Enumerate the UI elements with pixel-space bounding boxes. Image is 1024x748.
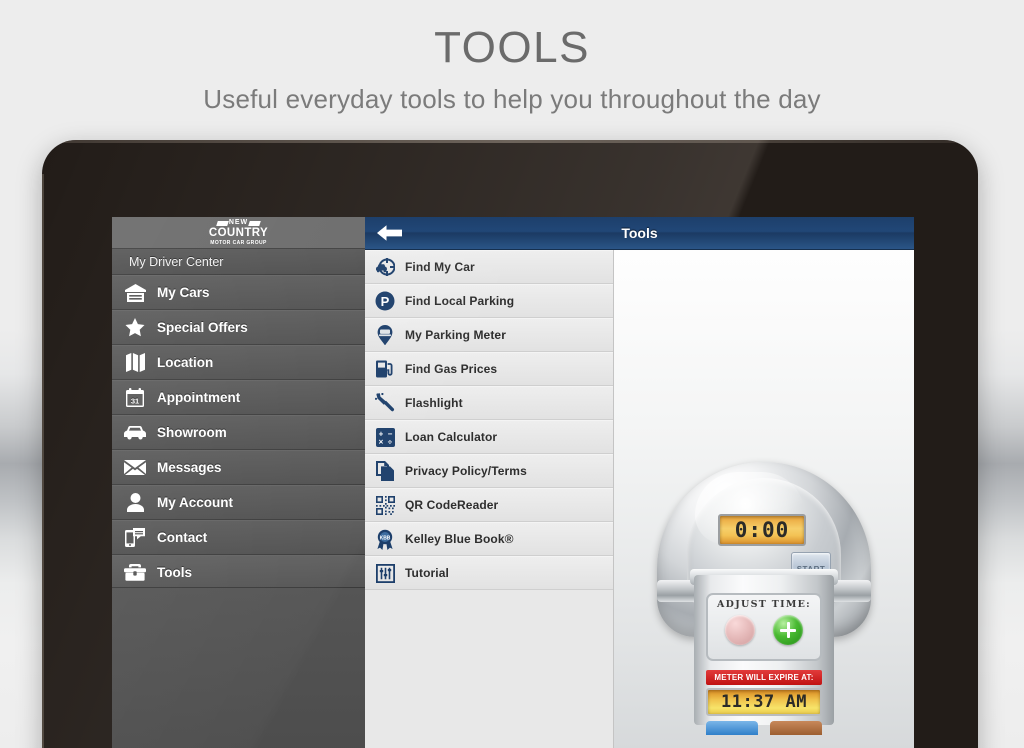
parking-p-icon: P: [372, 289, 398, 313]
tool-item-find-my-car[interactable]: Find My Car: [365, 250, 613, 284]
sidebar-item-label: Appointment: [157, 390, 241, 405]
tool-detail-panel: 0:00 START ADJUST TIME: METER WILL EXPIR…: [614, 217, 914, 748]
logo-line-country: COUNTRY: [208, 227, 269, 239]
sidebar-item-my-account[interactable]: My Account: [112, 485, 365, 520]
page-header: TOOLS Useful everyday tools to help you …: [0, 0, 1024, 115]
sidebar: NEW COUNTRY MOTOR CAR GROUP My Driver Ce…: [112, 217, 365, 748]
kbb-ribbon-icon: KBB: [372, 527, 398, 551]
sidebar-item-label: My Account: [157, 495, 234, 510]
meter-expire-display: 11:37 AM: [706, 688, 822, 716]
qr-code-icon: [372, 493, 398, 517]
bezel-left-highlight: [42, 174, 44, 748]
tools-list-empty-area: [365, 590, 613, 748]
sidebar-item-my-cars[interactable]: My Cars: [112, 275, 365, 310]
calculator-icon: + − × ÷: [372, 425, 398, 449]
sidebar-item-contact[interactable]: Contact: [112, 520, 365, 555]
sidebar-item-label: Contact: [157, 530, 208, 545]
app-navbar: Tools: [365, 217, 914, 250]
tool-item-label: Privacy Policy/Terms: [405, 464, 527, 478]
documents-icon: [372, 459, 398, 483]
svg-text:31: 31: [131, 397, 139, 406]
tool-item-kelley-blue-book[interactable]: KBB Kelley Blue Book®: [365, 522, 613, 556]
tool-item-label: Loan Calculator: [405, 430, 498, 444]
tool-item-label: Find My Car: [405, 260, 475, 274]
envelope-icon: [120, 457, 150, 479]
meter-adjust-panel: ADJUST TIME:: [706, 593, 822, 661]
tool-item-label: Find Gas Prices: [405, 362, 498, 376]
meter-adjust-buttons: [708, 610, 820, 645]
meter-bottom-orange-button[interactable]: [770, 721, 822, 735]
flashlight-icon: [372, 391, 398, 415]
tool-item-qr-code-reader[interactable]: QR CodeReader: [365, 488, 613, 522]
car-icon: [120, 422, 150, 444]
parking-meter-icon: [372, 323, 398, 347]
tool-item-label: Tutorial: [405, 566, 449, 580]
svg-text:÷: ÷: [387, 437, 392, 446]
tablet-screen: NEW COUNTRY MOTOR CAR GROUP My Driver Ce…: [112, 217, 914, 748]
tool-item-label: Kelley Blue Book®: [405, 532, 514, 546]
tool-item-privacy-policy-terms[interactable]: Privacy Policy/Terms: [365, 454, 613, 488]
meter-minus-button[interactable]: [725, 615, 755, 645]
brand-logo-bar: NEW COUNTRY MOTOR CAR GROUP: [112, 217, 365, 249]
calendar-icon: 31: [120, 387, 150, 409]
sliders-icon: [372, 561, 398, 585]
new-country-logo: NEW COUNTRY MOTOR CAR GROUP: [202, 219, 276, 246]
meter-expire-banner: METER WILL EXPIRE AT:: [706, 670, 822, 685]
svg-text:×: ×: [378, 437, 383, 446]
logo-line-group: MOTOR CAR GROUP: [210, 240, 267, 246]
tool-item-label: My Parking Meter: [405, 328, 506, 342]
tool-item-find-local-parking[interactable]: P Find Local Parking: [365, 284, 613, 318]
sidebar-item-showroom[interactable]: Showroom: [112, 415, 365, 450]
tool-item-label: Find Local Parking: [405, 294, 515, 308]
toolbox-icon: [120, 562, 150, 584]
sidebar-item-special-offers[interactable]: Special Offers: [112, 310, 365, 345]
sidebar-item-label: Tools: [157, 565, 192, 580]
meter-time-value: 0:00: [734, 518, 790, 542]
meter-adjust-label: ADJUST TIME:: [716, 599, 811, 610]
tool-item-my-parking-meter[interactable]: My Parking Meter: [365, 318, 613, 352]
page-subtitle: Useful everyday tools to help you throug…: [203, 84, 821, 114]
contact-icon: [120, 527, 150, 549]
logo-line-new: NEW: [217, 219, 260, 227]
navbar-title: Tools: [621, 225, 658, 241]
star-icon: [120, 317, 150, 339]
tool-item-flashlight[interactable]: Flashlight: [365, 386, 613, 420]
sidebar-item-messages[interactable]: Messages: [112, 450, 365, 485]
svg-text:P: P: [381, 294, 390, 309]
meter-plus-button[interactable]: [773, 615, 803, 645]
tool-item-label: Flashlight: [405, 396, 463, 410]
sidebar-item-appointment[interactable]: 31 Appointment: [112, 380, 365, 415]
person-icon: [120, 492, 150, 514]
tool-item-loan-calculator[interactable]: + − × ÷ Loan Calculator: [365, 420, 613, 454]
sidebar-section-header: My Driver Center: [112, 249, 365, 275]
tool-item-tutorial[interactable]: Tutorial: [365, 556, 613, 590]
find-my-car-icon: [372, 255, 398, 279]
tools-list-panel: Find My Car P Find Local Parking My Park…: [365, 217, 614, 748]
svg-text:KBB: KBB: [380, 535, 391, 541]
meter-expire-label: METER WILL EXPIRE AT:: [714, 673, 814, 682]
sidebar-item-label: Messages: [157, 460, 222, 475]
gas-pump-icon: [372, 357, 398, 381]
map-icon: [120, 352, 150, 374]
tool-item-find-gas-prices[interactable]: Find Gas Prices: [365, 352, 613, 386]
meter-time-display: 0:00: [718, 514, 806, 546]
tablet-device: NEW COUNTRY MOTOR CAR GROUP My Driver Ce…: [42, 140, 978, 748]
sidebar-item-label: Special Offers: [157, 320, 248, 335]
sidebar-empty-area: [112, 587, 365, 748]
bezel-top-highlight: [42, 140, 978, 143]
tool-item-label: QR CodeReader: [405, 498, 499, 512]
sidebar-item-label: Location: [157, 355, 214, 370]
sidebar-item-label: My Cars: [157, 285, 210, 300]
garage-icon: [120, 282, 150, 304]
meter-expire-time: 11:37 AM: [721, 692, 807, 712]
tools-list: Find My Car P Find Local Parking My Park…: [365, 250, 613, 590]
page-title: TOOLS: [434, 23, 590, 72]
sidebar-item-location[interactable]: Location: [112, 345, 365, 380]
meter-bottom-blue-button[interactable]: [706, 721, 758, 735]
meter-bottom-buttons: [706, 721, 822, 735]
sidebar-item-label: Showroom: [157, 425, 227, 440]
sidebar-item-tools[interactable]: Tools: [112, 555, 365, 590]
